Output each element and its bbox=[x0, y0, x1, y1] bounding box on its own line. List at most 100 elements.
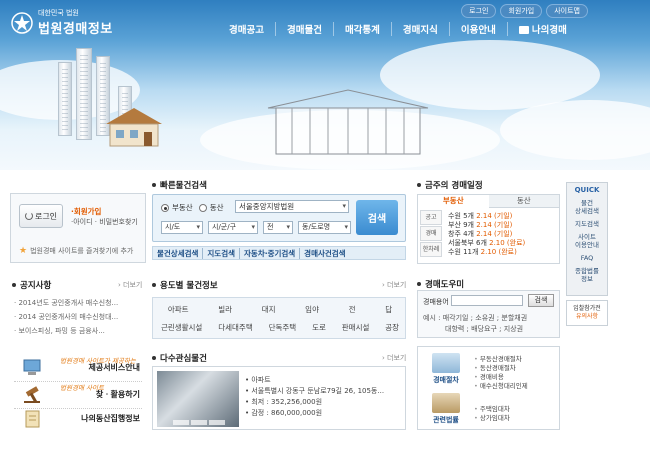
usage-land[interactable]: 대지 bbox=[262, 304, 276, 315]
usage-neighborhood[interactable]: 근린생활시설 bbox=[161, 322, 202, 333]
nav-usage-guide[interactable]: 이용안내 bbox=[448, 22, 507, 36]
schedule-row[interactable]: 창주 4개 2.14 (기일) bbox=[448, 229, 525, 238]
login-link[interactable]: 로그인 bbox=[461, 4, 497, 18]
tab-realestate[interactable]: 부동산 bbox=[418, 195, 489, 208]
quick-detail-search[interactable]: 물건 상세검색 bbox=[567, 199, 607, 215]
quick-menu-title: QUICK bbox=[574, 186, 600, 194]
radio-movable[interactable] bbox=[198, 203, 207, 212]
dong-select[interactable]: 동/도로명 bbox=[298, 221, 351, 234]
usage-villa[interactable]: 빌라 bbox=[218, 304, 232, 315]
usage-factory[interactable]: 공장 bbox=[385, 322, 399, 333]
filter-notice[interactable]: 공고 bbox=[420, 210, 442, 225]
schedule-row[interactable]: 부산 9개 2.14 (기일) bbox=[448, 220, 525, 229]
procedure-item[interactable]: 매수신청대리인제 bbox=[474, 380, 528, 390]
case-search-link[interactable]: 경매사건검색 bbox=[299, 247, 349, 259]
login-panel: 로그인 ·회원가입 ·아이디 · 비밀번호찾기 ★ 법원경매 사이트를 즐겨찾기… bbox=[10, 193, 146, 263]
nav-my-auction-label: 나의경매 bbox=[531, 25, 567, 36]
join-link[interactable]: 회원가입 bbox=[500, 4, 543, 18]
bid-caution-link[interactable]: 입찰참가전 유의사항 bbox=[566, 300, 608, 326]
quick-search-panel: 부동산 동산 서울중앙지방법원 시/도 시/군/구 전 동/도로명 검색 bbox=[152, 194, 406, 242]
usage-forest[interactable]: 임야 bbox=[305, 304, 319, 315]
procedure-item[interactable]: 경매비용 bbox=[474, 371, 528, 381]
quick-site-guide[interactable]: 사이트 이용안내 bbox=[567, 233, 607, 249]
procedure-item[interactable]: 동산경매절차 bbox=[474, 362, 528, 372]
schedule-row[interactable]: 수원 5개 2.14 (기일) bbox=[448, 211, 525, 220]
banner-services[interactable]: 법원경매 사이트가 제공하는 제공서비스안내 bbox=[10, 356, 146, 379]
usage-apartment[interactable]: 아파트 bbox=[168, 304, 189, 315]
court-select[interactable]: 서울중앙지방법원 bbox=[235, 200, 349, 213]
join-link[interactable]: ·회원가입 bbox=[71, 206, 101, 217]
quick-map-search[interactable]: 지도검색 bbox=[567, 220, 607, 228]
tab-movable[interactable]: 동산 bbox=[488, 195, 559, 208]
term-input[interactable] bbox=[451, 295, 523, 306]
related-law-link[interactable]: 관련법률 bbox=[426, 393, 466, 429]
quick-faq[interactable]: FAQ bbox=[567, 254, 607, 262]
nav-auction-notice[interactable]: 경매공고 bbox=[218, 22, 275, 36]
usage-multiplex[interactable]: 다세대주택 bbox=[218, 322, 253, 333]
nav-auction-items[interactable]: 경매물건 bbox=[274, 22, 333, 36]
schedule-row[interactable]: 수원 11개 2.10 (완료) bbox=[448, 247, 525, 256]
law-item[interactable]: 주택임대차 bbox=[474, 403, 510, 413]
usage-select[interactable]: 전 bbox=[263, 221, 293, 234]
auction-procedure-link[interactable]: 경매절차 bbox=[426, 353, 466, 389]
procedure-item[interactable]: 부동산경매절차 bbox=[474, 353, 528, 363]
banner-my-movable[interactable]: 나의동산집행정보 bbox=[10, 407, 146, 430]
nav-sale-statistics[interactable]: 매각통계 bbox=[332, 22, 391, 36]
schedule-list: 수원 5개 2.14 (기일) 부산 9개 2.14 (기일) 창주 4개 2.… bbox=[448, 211, 525, 256]
property-type: • 아파트 bbox=[245, 376, 271, 384]
filter-once[interactable]: 한차례 bbox=[420, 242, 442, 257]
notice-more-link[interactable]: › 더보기 bbox=[118, 280, 142, 290]
usage-row: 아파트 빌라 대지 임야 전 답 bbox=[153, 304, 407, 315]
add-favorite-label: 법원경매 사이트를 즐겨찾기에 추가 bbox=[30, 247, 134, 255]
add-favorite-link[interactable]: ★ 법원경매 사이트를 즐겨찾기에 추가 bbox=[19, 246, 133, 256]
related-law-label: 관련법률 bbox=[433, 416, 459, 424]
law-item[interactable]: 상가임대차 bbox=[474, 412, 510, 422]
property-photo[interactable] bbox=[157, 371, 239, 427]
login-button[interactable]: 로그인 bbox=[19, 204, 63, 228]
term-examples: 예시 : 매각기일 ; 소유권 ; 분할채권 대항력 ; 배당요구 ; 지상권 bbox=[423, 314, 528, 333]
usage-more-link[interactable]: › 더보기 bbox=[382, 280, 406, 290]
bullet-icon bbox=[417, 183, 421, 187]
notice-item[interactable]: · 보이스피싱, 파밍 등 금융사... bbox=[14, 324, 144, 338]
sigungu-select[interactable]: 시/군/구 bbox=[208, 221, 258, 234]
usage-detached[interactable]: 단독주택 bbox=[269, 322, 297, 333]
power-icon bbox=[24, 212, 33, 220]
banner-find-use[interactable]: 법원경매 사이트 찾ㆍ활용하기 bbox=[10, 383, 146, 406]
find-account-link[interactable]: ·아이디 · 비밀번호찾기 bbox=[71, 217, 138, 227]
schedule-row[interactable]: 서울북부 6개 2.10 (완료) bbox=[448, 238, 525, 247]
bullet-icon bbox=[152, 183, 156, 187]
usage-road[interactable]: 도로 bbox=[312, 322, 326, 333]
detail-search-link[interactable]: 물건상세검색 bbox=[153, 248, 202, 259]
vehicle-search-link[interactable]: 자동차·중기검색 bbox=[239, 247, 299, 259]
bullet-icon bbox=[417, 282, 421, 286]
term-search-button[interactable]: 검색 bbox=[528, 294, 554, 307]
multi-interest-more-link[interactable]: › 더보기 bbox=[382, 353, 406, 363]
property-min-price: • 최저 : 352,256,000원 bbox=[245, 398, 323, 406]
notice-item[interactable]: · 2014 공인중개사의 매수신청대... bbox=[14, 310, 144, 324]
bullet-icon bbox=[152, 356, 156, 360]
apartment-tower bbox=[76, 48, 92, 140]
notice-item[interactable]: · 2014년도 공인중개사 매수신청... bbox=[14, 296, 144, 310]
auction-procedure-label: 경매절차 bbox=[433, 376, 459, 384]
helper-title: 경매도우미 bbox=[417, 278, 464, 290]
nav-my-auction[interactable]: 나의경매 bbox=[506, 22, 578, 36]
map-search-link[interactable]: 지도검색 bbox=[202, 247, 239, 259]
monitor-icon bbox=[432, 353, 460, 373]
property-info[interactable]: • 아파트 • 서울특별시 강동구 둔남로79길 26, 105동... • 최… bbox=[245, 375, 384, 419]
quick-search-button[interactable]: 검색 bbox=[356, 200, 398, 235]
usage-paddy[interactable]: 답 bbox=[385, 304, 392, 315]
radio-realestate[interactable] bbox=[161, 203, 169, 212]
site-logo[interactable]: 대한민국 법원 법원경매정보 bbox=[10, 8, 113, 37]
main-navigation: 경매공고 경매물건 매각통계 경매지식 이용안내 나의경매 bbox=[218, 20, 644, 38]
sitemap-link[interactable]: 사이트맵 bbox=[546, 4, 588, 18]
logo-title: 법원경매정보 bbox=[38, 22, 113, 37]
multi-interest-title: 다수관심물건 bbox=[152, 352, 207, 364]
schedule-title: 금주의 경매일정 bbox=[417, 179, 483, 191]
sido-select[interactable]: 시/도 bbox=[161, 221, 203, 234]
usage-retail[interactable]: 판매시설 bbox=[342, 322, 370, 333]
filter-auction[interactable]: 경매 bbox=[420, 226, 442, 241]
nav-auction-knowledge[interactable]: 경매지식 bbox=[390, 22, 449, 36]
usage-field[interactable]: 전 bbox=[349, 304, 356, 315]
quick-law-info[interactable]: 종합법률 정보 bbox=[567, 267, 607, 283]
property-appraisal: • 감정 : 860,000,000원 bbox=[245, 409, 323, 417]
